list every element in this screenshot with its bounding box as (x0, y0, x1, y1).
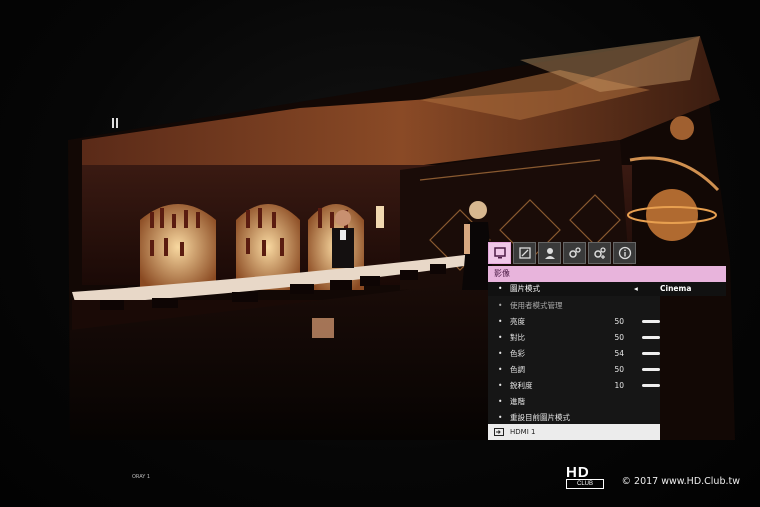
device-label: ORAY 1 (132, 474, 151, 480)
input-source-icon (494, 428, 504, 436)
bullet: • (498, 333, 503, 342)
tab-settings[interactable] (563, 242, 586, 264)
screen-adjust-icon (518, 247, 531, 259)
sharpness-slider[interactable] (642, 384, 660, 387)
bullet: • (498, 397, 503, 406)
picture-mode-label: 圖片模式 (510, 284, 540, 293)
osd-tab-bar (488, 242, 642, 266)
tab-user[interactable] (538, 242, 561, 264)
tab-information[interactable] (613, 242, 636, 264)
tint-slider[interactable] (642, 368, 660, 371)
user-icon (544, 248, 555, 259)
user-mode-row[interactable]: • 使用者模式管理 (488, 298, 660, 314)
contrast-slider[interactable] (642, 336, 660, 339)
brightness-slider[interactable] (642, 320, 660, 323)
color-label: 色彩 (510, 349, 525, 358)
bullet: • (498, 349, 503, 358)
hdclub-logo: HD CLUB (566, 464, 606, 489)
tab-display[interactable] (513, 242, 536, 264)
bullet: • (498, 284, 503, 293)
gears-plus-icon (593, 247, 606, 259)
user-mode-label: 使用者模式管理 (510, 301, 563, 310)
osd-source-footer: HDMI 1 (488, 424, 660, 440)
picture-mode-value: Cinema (660, 284, 692, 293)
bullet: • (498, 381, 503, 390)
tab-advanced-settings[interactable] (588, 242, 611, 264)
color-slider[interactable] (642, 352, 660, 355)
sharpness-row[interactable]: • 銳利度 10 (488, 378, 660, 394)
source-label: HDMI 1 (510, 428, 536, 436)
color-row[interactable]: • 色彩 54 (488, 346, 660, 362)
tint-label: 色調 (510, 365, 525, 374)
osd-section-title: 影像 (488, 266, 726, 282)
logo-club-text: CLUB (566, 479, 604, 489)
picture-mode-row[interactable]: • 圖片模式 ◂ Cinema (488, 282, 726, 296)
copyright-watermark: © 2017 www.HD.Club.tw (621, 476, 741, 487)
tab-picture[interactable] (488, 242, 511, 264)
bullet: • (498, 317, 503, 326)
contrast-label: 對比 (510, 333, 525, 342)
info-icon (618, 246, 631, 260)
contrast-row[interactable]: • 對比 50 (488, 330, 660, 346)
gears-icon (568, 247, 581, 258)
brightness-value: 50 (614, 317, 624, 326)
advanced-row[interactable]: • 進階 (488, 394, 660, 410)
sharpness-label: 銳利度 (510, 381, 533, 390)
tint-row[interactable]: • 色調 50 (488, 362, 660, 378)
bullet: • (498, 365, 503, 374)
brightness-label: 亮度 (510, 317, 525, 326)
bullet: • (498, 301, 503, 310)
osd-settings-list: • 使用者模式管理 • 亮度 50 • 對比 50 • 色彩 54 • 色調 5… (488, 296, 660, 428)
monitor-icon (493, 247, 506, 259)
projector-osd-menu: 影像 • 圖片模式 ◂ Cinema • 使用者模式管理 • 亮度 50 • 對… (488, 242, 728, 442)
brightness-row[interactable]: • 亮度 50 (488, 314, 660, 330)
contrast-value: 50 (614, 333, 624, 342)
left-arrow-icon[interactable]: ◂ (634, 282, 638, 296)
advanced-label: 進階 (510, 397, 525, 406)
tint-value: 50 (614, 365, 624, 374)
sharpness-value: 10 (614, 381, 624, 390)
color-value: 54 (614, 349, 624, 358)
